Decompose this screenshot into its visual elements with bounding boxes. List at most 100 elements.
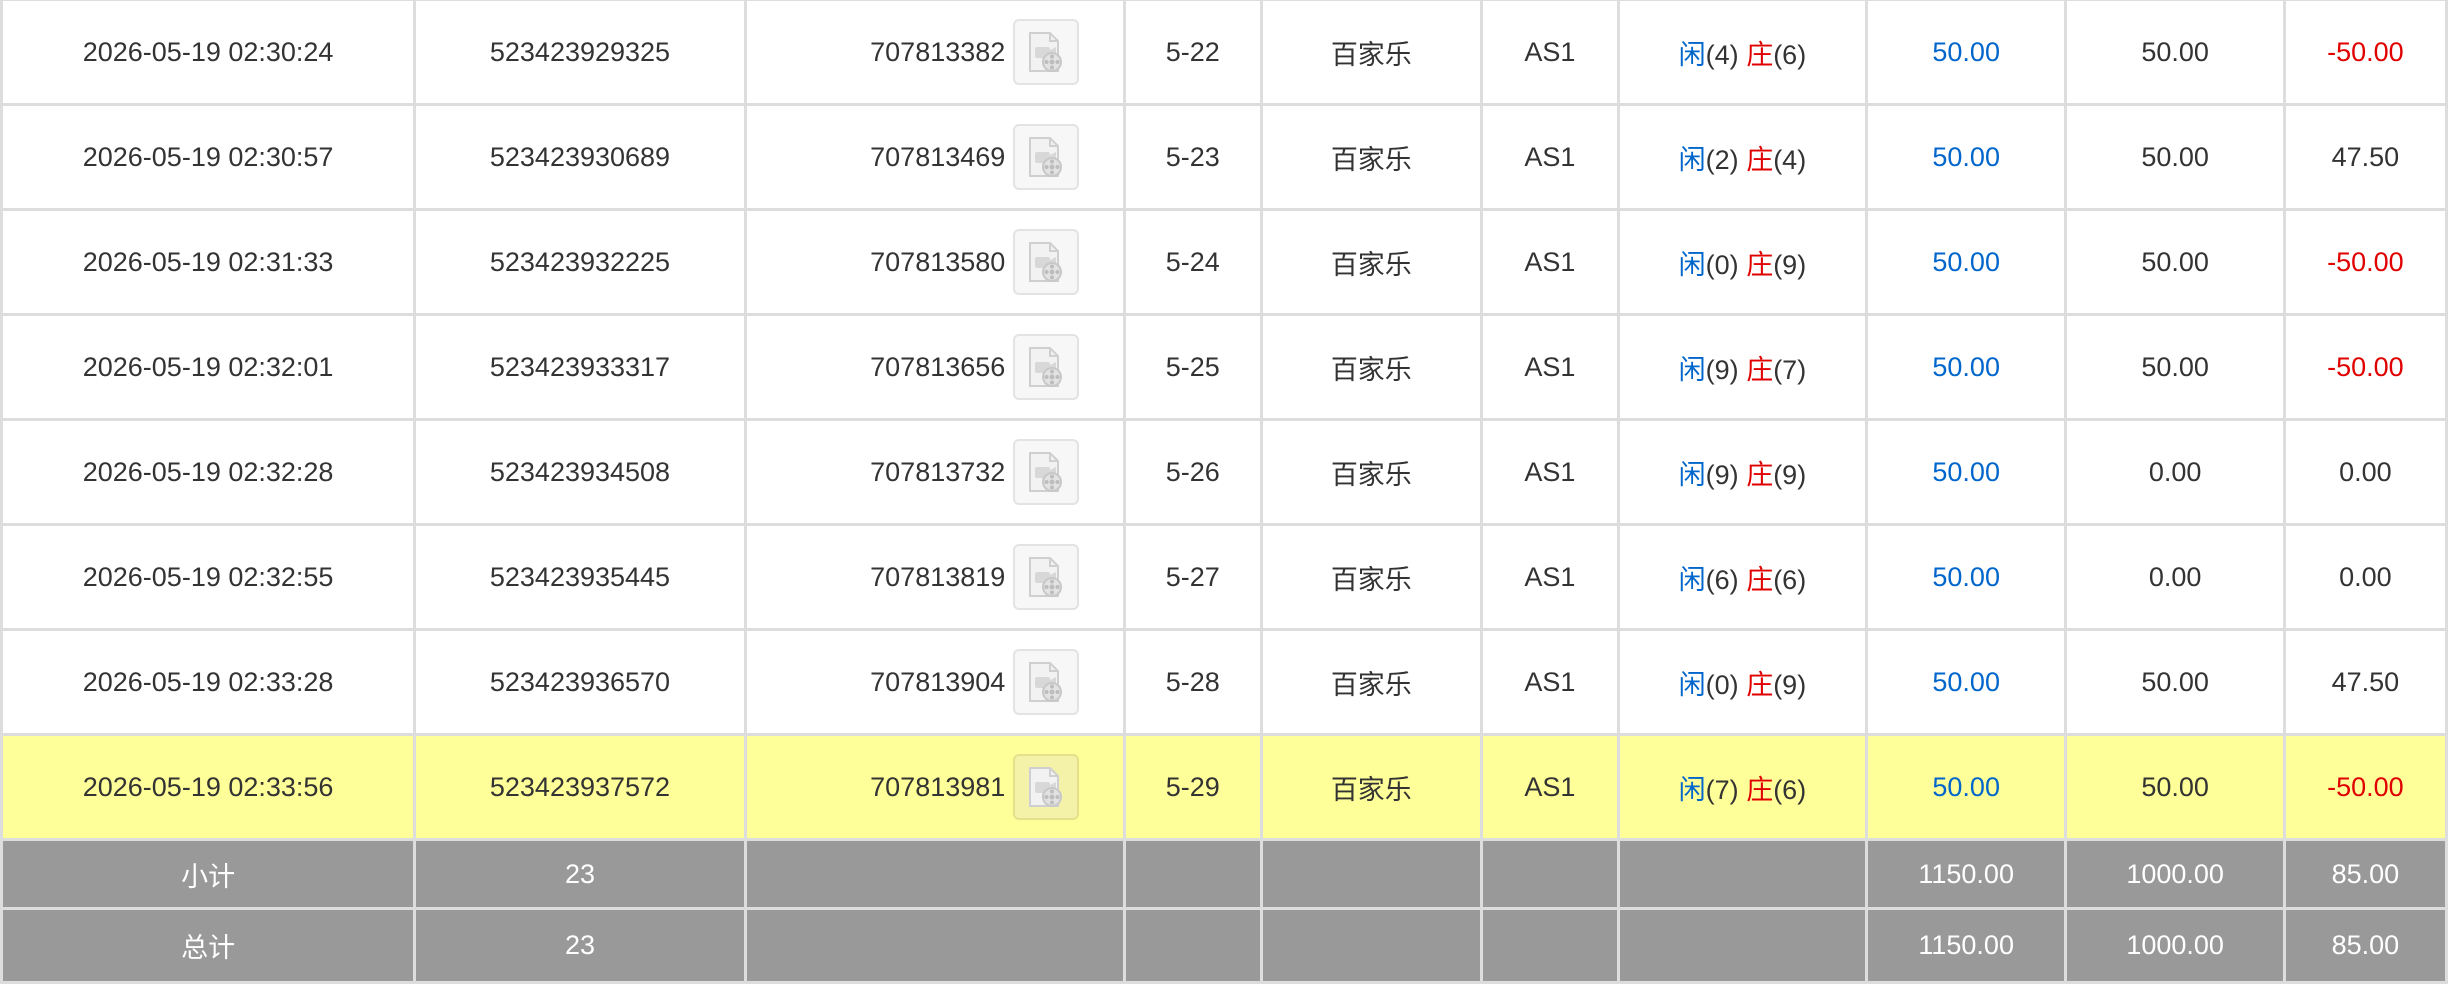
video-replay-icon[interactable] [1013, 19, 1080, 85]
order-id: 523423934508 [413, 418, 747, 526]
valid-bet: 50.00 [2064, 103, 2286, 211]
player-points: (0) [1705, 249, 1739, 280]
bet-amount: 50.00 [1864, 313, 2068, 421]
bet-time: 2026-05-19 02:33:56 [0, 733, 417, 841]
valid-bet: 50.00 [2064, 733, 2286, 841]
bet-time: 2026-05-19 02:32:01 [0, 313, 417, 421]
win-loss: -50.00 [2282, 733, 2448, 841]
banker-label: 庄 [1746, 459, 1774, 490]
round-result: 闲(0) 庄(9) [1616, 208, 1868, 316]
game-type: 百家乐 [1259, 0, 1483, 106]
banker-points: (9) [1773, 249, 1807, 280]
player-points: (4) [1705, 39, 1739, 70]
round-result: 闲(9) 庄(9) [1616, 418, 1868, 526]
video-replay-icon[interactable] [1013, 649, 1080, 715]
table-row: 2026-05-19 02:33:28 523423936570 7078139… [0, 628, 2448, 736]
game-id-cell: 707813732 [743, 418, 1126, 526]
empty-cell [1259, 907, 1483, 984]
game-type: 百家乐 [1259, 103, 1483, 211]
bet-time: 2026-05-19 02:30:57 [0, 103, 417, 211]
order-id: 523423932225 [413, 208, 747, 316]
game-id: 707813732 [870, 456, 1006, 487]
order-id: 523423933317 [413, 313, 747, 421]
table-code: AS1 [1479, 628, 1620, 736]
banker-label: 庄 [1746, 39, 1774, 70]
valid-bet: 50.00 [2064, 628, 2286, 736]
round-result: 闲(9) 庄(7) [1616, 313, 1868, 421]
video-replay-icon[interactable] [1013, 439, 1080, 505]
banker-points: (6) [1773, 564, 1807, 595]
order-id: 523423935445 [413, 523, 747, 631]
win-loss: 47.50 [2282, 103, 2448, 211]
empty-cell [1259, 838, 1483, 910]
bet-amount: 50.00 [1864, 733, 2068, 841]
video-replay-icon[interactable] [1013, 754, 1080, 820]
order-id: 523423930689 [413, 103, 747, 211]
total-bet: 1150.00 [1864, 907, 2068, 984]
round-number: 5-22 [1122, 0, 1263, 106]
total-result: 85.00 [2282, 907, 2448, 984]
player-points: (9) [1705, 354, 1739, 385]
game-type: 百家乐 [1259, 733, 1483, 841]
player-points: (6) [1705, 564, 1739, 595]
player-label: 闲 [1678, 39, 1706, 70]
player-label: 闲 [1678, 249, 1706, 280]
banker-points: (7) [1773, 354, 1807, 385]
bet-rows: 2026-05-19 02:30:24 523423929325 7078133… [0, 0, 2448, 841]
banker-label: 庄 [1746, 249, 1774, 280]
game-id: 707813580 [870, 246, 1006, 277]
bet-time: 2026-05-19 02:30:24 [0, 0, 417, 106]
player-label: 闲 [1678, 669, 1706, 700]
subtotal-row: 小计 23 1150.00 1000.00 85.00 [0, 838, 2448, 910]
valid-bet: 50.00 [2064, 0, 2286, 106]
game-id-cell: 707813981 [743, 733, 1126, 841]
banker-points: (6) [1773, 39, 1807, 70]
round-number: 5-23 [1122, 103, 1263, 211]
valid-bet: 50.00 [2064, 313, 2286, 421]
subtotal-valid: 1000.00 [2064, 838, 2286, 910]
player-points: (0) [1705, 669, 1739, 700]
round-result: 闲(7) 庄(6) [1616, 733, 1868, 841]
table-row: 2026-05-19 02:30:24 523423929325 7078133… [0, 0, 2448, 106]
table-row: 2026-05-19 02:31:33 523423932225 7078135… [0, 208, 2448, 316]
order-id: 523423937572 [413, 733, 747, 841]
total-valid: 1000.00 [2064, 907, 2286, 984]
video-replay-icon[interactable] [1013, 229, 1080, 295]
game-id: 707813656 [870, 351, 1006, 382]
valid-bet: 0.00 [2064, 523, 2286, 631]
game-id: 707813981 [870, 771, 1006, 802]
bet-time: 2026-05-19 02:32:28 [0, 418, 417, 526]
game-id: 707813382 [870, 36, 1006, 67]
table-code: AS1 [1479, 733, 1620, 841]
player-label: 闲 [1678, 459, 1706, 490]
table-row: 2026-05-19 02:30:57 523423930689 7078134… [0, 103, 2448, 211]
table-row: 2026-05-19 02:32:28 523423934508 7078137… [0, 418, 2448, 526]
empty-cell [1122, 838, 1263, 910]
round-number: 5-28 [1122, 628, 1263, 736]
banker-points: (4) [1773, 144, 1807, 175]
banker-label: 庄 [1746, 564, 1774, 595]
bet-time: 2026-05-19 02:33:28 [0, 628, 417, 736]
player-label: 闲 [1678, 144, 1706, 175]
player-label: 闲 [1678, 774, 1706, 805]
video-replay-icon[interactable] [1013, 544, 1080, 610]
total-count: 23 [413, 907, 747, 984]
video-replay-icon[interactable] [1013, 334, 1080, 400]
empty-cell [1122, 907, 1263, 984]
win-loss: 0.00 [2282, 523, 2448, 631]
game-id-cell: 707813819 [743, 523, 1126, 631]
bet-amount: 50.00 [1864, 103, 2068, 211]
game-type: 百家乐 [1259, 523, 1483, 631]
round-number: 5-27 [1122, 523, 1263, 631]
banker-label: 庄 [1746, 144, 1774, 175]
win-loss: 0.00 [2282, 418, 2448, 526]
game-type: 百家乐 [1259, 418, 1483, 526]
bet-records-table: 2026-05-19 02:30:24 523423929325 7078133… [0, 0, 2448, 984]
round-number: 5-26 [1122, 418, 1263, 526]
game-id-cell: 707813904 [743, 628, 1126, 736]
game-type: 百家乐 [1259, 313, 1483, 421]
table-code: AS1 [1479, 103, 1620, 211]
empty-cell [743, 838, 1126, 910]
video-replay-icon[interactable] [1013, 124, 1080, 190]
bet-time: 2026-05-19 02:31:33 [0, 208, 417, 316]
